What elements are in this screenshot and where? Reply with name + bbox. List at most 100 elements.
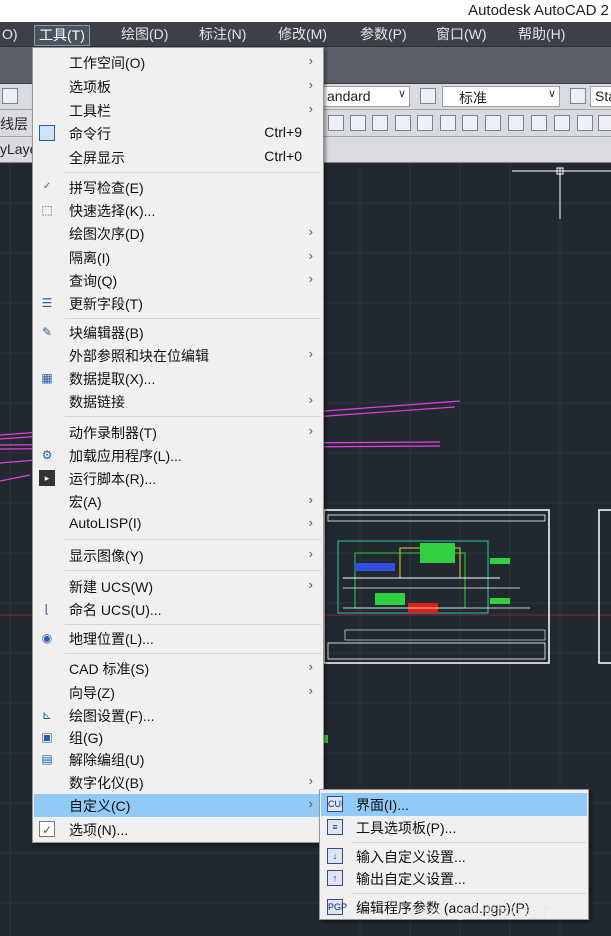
chevron-right-icon: › bbox=[308, 248, 313, 263]
chevron-right-icon: › bbox=[308, 577, 313, 592]
menu-item-drafting-settings[interactable]: ⊾ 绘图设置(F)... bbox=[34, 704, 322, 727]
hand-pan-icon[interactable] bbox=[2, 88, 18, 104]
menu-item-spell-check[interactable]: ✓ 拼写检查(E) bbox=[34, 176, 322, 199]
tool-icon[interactable] bbox=[554, 115, 570, 131]
tool-icon[interactable] bbox=[462, 115, 478, 131]
import-customizations-icon: ↓ bbox=[327, 848, 343, 864]
drafting-settings-icon: ⊾ bbox=[41, 708, 53, 722]
tool-icon[interactable] bbox=[372, 115, 388, 131]
menu-item-new-ucs[interactable]: 新建 UCS(W) › bbox=[34, 575, 322, 598]
menu-item-options[interactable]: ✓ 选项(N)... bbox=[34, 818, 322, 841]
chevron-right-icon: › bbox=[308, 346, 313, 361]
menu-item-label: 外部参照和块在位编辑 bbox=[69, 348, 209, 364]
menu-item-customize[interactable]: 自定义(C) › bbox=[34, 794, 322, 817]
table-style-value: Sta bbox=[595, 88, 611, 104]
menu-item-named-ucs[interactable]: ⌊ 命名 UCS(U)... bbox=[34, 598, 322, 621]
menu-item-label: 界面(I)... bbox=[356, 797, 409, 813]
tool-icon[interactable] bbox=[417, 115, 433, 131]
menu-item-label: AutoLISP(I) bbox=[69, 515, 142, 531]
menu-separator bbox=[65, 624, 321, 625]
dim-style-combo[interactable]: 标准 ∨ bbox=[442, 86, 560, 107]
chevron-down-icon: ∨ bbox=[397, 88, 406, 100]
menu-item-label: 自定义(C) bbox=[69, 798, 131, 814]
menu-draw[interactable]: 绘图(D) bbox=[117, 25, 172, 46]
chevron-right-icon: › bbox=[308, 515, 313, 530]
tool-icon[interactable] bbox=[508, 115, 524, 131]
chevron-right-icon: › bbox=[308, 77, 313, 92]
menu-item-group[interactable]: ▣ 组(G) bbox=[34, 726, 322, 749]
menu-item-palettes[interactable]: 选项板 › bbox=[34, 75, 322, 98]
menu-item-label: 运行脚本(R)... bbox=[69, 471, 157, 487]
menu-item-action-recorder[interactable]: 动作录制器(T) › bbox=[34, 421, 322, 444]
tool-icon[interactable] bbox=[577, 115, 593, 131]
menu-item-display-image[interactable]: 显示图像(Y) › bbox=[34, 544, 322, 567]
submenu-item-import-customizations[interactable]: ↓ 输入自定义设置... bbox=[321, 845, 587, 868]
menu-item-xref-in-place[interactable]: 外部参照和块在位编辑 › bbox=[34, 344, 322, 367]
tool-icon[interactable] bbox=[328, 115, 344, 131]
tool-icon[interactable] bbox=[531, 115, 547, 131]
menu-item-isolate[interactable]: 隔离(I) › bbox=[34, 246, 322, 269]
menu-item-label: 输入自定义设置... bbox=[356, 849, 466, 865]
menu-item-geolocation[interactable]: ◉ 地理位置(L)... bbox=[34, 627, 322, 650]
menu-separator bbox=[65, 416, 321, 417]
menu-separator bbox=[65, 172, 321, 173]
menu-separator bbox=[352, 842, 586, 843]
submenu-item-tool-palettes[interactable]: ≡ 工具选项板(P)... bbox=[321, 816, 587, 839]
menu-item-label: 快速选择(K)... bbox=[69, 203, 156, 219]
menu-window[interactable]: 窗口(W) bbox=[432, 25, 491, 46]
menu-item-load-application[interactable]: ⚙ 加载应用程序(L)... bbox=[34, 444, 322, 467]
menu-item-ungroup[interactable]: ▤ 解除编组(U) bbox=[34, 748, 322, 771]
options-checkbox-icon: ✓ bbox=[39, 821, 55, 837]
menu-item-label: 解除编组(U) bbox=[69, 752, 145, 768]
menu-item-run-script[interactable]: ▸ 运行脚本(R)... bbox=[34, 467, 322, 490]
menu-item-tablet[interactable]: 数字化仪(B) › bbox=[34, 771, 322, 794]
table-style-combo[interactable]: Sta bbox=[590, 86, 611, 107]
menu-item-cad-standards[interactable]: CAD 标准(S) › bbox=[34, 657, 322, 680]
menu-item-block-editor[interactable]: ✎ 块编辑器(B) bbox=[34, 321, 322, 344]
named-ucs-icon: ⌊ bbox=[44, 602, 50, 616]
spell-check-icon: ✓ bbox=[42, 181, 52, 192]
text-style-combo[interactable]: andard ∨ bbox=[322, 86, 410, 107]
tool-icon[interactable] bbox=[598, 115, 611, 131]
menu-item-data-extraction[interactable]: ▦ 数据提取(X)... bbox=[34, 367, 322, 390]
block-editor-icon: ✎ bbox=[41, 325, 53, 339]
menu-item-label: 查询(Q) bbox=[69, 273, 118, 289]
menu-item-command-line[interactable]: 命令行 Ctrl+9 bbox=[34, 122, 322, 145]
field-icon[interactable] bbox=[395, 115, 411, 131]
submenu-item-export-customizations[interactable]: ↑ 输出自定义设置... bbox=[321, 867, 587, 890]
menu-item-label: 动作录制器(T) bbox=[69, 425, 157, 441]
menu-modify[interactable]: 修改(M) bbox=[274, 25, 331, 46]
menu-item-draw-order[interactable]: 绘图次序(D) › bbox=[34, 222, 322, 245]
menu-item-label: 向导(Z) bbox=[69, 685, 115, 701]
menu-dimension[interactable]: 标注(N) bbox=[195, 25, 250, 46]
chevron-right-icon: › bbox=[308, 392, 313, 407]
menu-item-workspaces[interactable]: 工作空间(O) › bbox=[34, 51, 322, 74]
submenu-item-interface[interactable]: CUI 界面(I)... bbox=[321, 793, 587, 816]
table-style-icon[interactable] bbox=[570, 88, 586, 104]
tool-icon[interactable] bbox=[350, 115, 366, 131]
menu-item-toolbars[interactable]: 工具栏 › bbox=[34, 99, 322, 122]
dimension-style-icon[interactable] bbox=[420, 88, 436, 104]
menu-item-update-fields[interactable]: ☰ 更新字段(T) bbox=[34, 292, 322, 315]
menu-separator bbox=[65, 653, 321, 654]
menu-help[interactable]: 帮助(H) bbox=[514, 25, 569, 46]
menu-parametric[interactable]: 参数(P) bbox=[356, 25, 411, 46]
chevron-right-icon: › bbox=[308, 659, 313, 674]
menu-item-macro[interactable]: 宏(A) › bbox=[34, 490, 322, 513]
run-script-icon: ▸ bbox=[39, 470, 55, 486]
menu-item-label: 数字化仪(B) bbox=[69, 775, 144, 791]
menu-format[interactable]: O) bbox=[0, 25, 22, 46]
tool-icon[interactable] bbox=[440, 115, 456, 131]
menu-item-clean-screen[interactable]: 全屏显示 Ctrl+0 bbox=[34, 146, 322, 169]
data-extraction-icon: ▦ bbox=[41, 371, 53, 385]
menu-separator bbox=[352, 893, 586, 894]
chevron-right-icon: › bbox=[308, 492, 313, 507]
menu-item-inquiry[interactable]: 查询(Q) › bbox=[34, 269, 322, 292]
menu-item-data-links[interactable]: 数据链接 › bbox=[34, 390, 322, 413]
tool-icon[interactable] bbox=[485, 115, 501, 131]
menu-tools[interactable]: 工具(T) bbox=[34, 25, 90, 46]
menu-item-wizards[interactable]: 向导(Z) › bbox=[34, 681, 322, 704]
menu-item-quick-select[interactable]: ⬚ 快速选择(K)... bbox=[34, 199, 322, 222]
menu-item-label: 绘图设置(F)... bbox=[69, 708, 155, 724]
menu-item-autolisp[interactable]: AutoLISP(I) › bbox=[34, 513, 322, 536]
